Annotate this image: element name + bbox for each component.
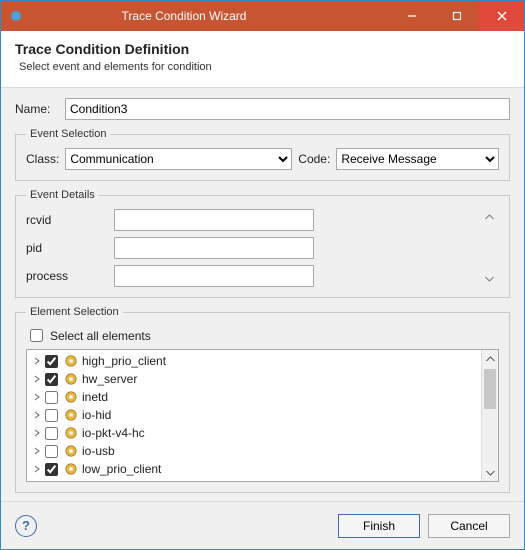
tree-item-checkbox[interactable]: [45, 355, 58, 368]
window-title: Trace Condition Wizard: [29, 9, 389, 23]
app-icon: [9, 9, 23, 23]
name-row: Name:: [15, 98, 510, 120]
rcvid-input[interactable]: [114, 209, 314, 231]
event-details-group: Event Details rcvid pid process: [15, 189, 510, 298]
gear-icon: [64, 372, 78, 386]
gear-icon: [64, 444, 78, 458]
class-select[interactable]: Communication: [65, 148, 292, 170]
page-title: Trace Condition Definition: [15, 41, 510, 57]
gear-icon: [64, 354, 78, 368]
gear-icon: [64, 426, 78, 440]
tree-item[interactable]: inetd: [31, 388, 477, 406]
gear-icon: [64, 462, 78, 476]
tree-item-checkbox[interactable]: [45, 391, 58, 404]
expander-icon[interactable]: [31, 391, 43, 403]
expander-icon[interactable]: [31, 427, 43, 439]
rcvid-label: rcvid: [26, 213, 106, 227]
gear-icon: [64, 390, 78, 404]
tree-item-label: high_prio_client: [82, 354, 166, 368]
pid-input[interactable]: [114, 237, 314, 259]
name-label: Name:: [15, 102, 65, 116]
process-label: process: [26, 269, 106, 283]
event-selection-group: Event Selection Class: Communication Cod…: [15, 128, 510, 181]
details-spinner: [481, 209, 499, 287]
tree-item-label: inetd: [82, 390, 108, 404]
code-label: Code:: [298, 152, 330, 166]
tree-item[interactable]: io-pkt-v4-hc: [31, 424, 477, 442]
page-subtitle: Select event and elements for condition: [19, 61, 510, 73]
tree-item-label: io-hid: [82, 408, 111, 422]
tree-item[interactable]: low_prio_client: [31, 460, 477, 478]
close-button[interactable]: [479, 1, 524, 31]
tree-item[interactable]: hw_server: [31, 370, 477, 388]
tree-item-checkbox[interactable]: [45, 373, 58, 386]
gear-icon: [64, 408, 78, 422]
event-selection-legend: Event Selection: [26, 128, 110, 140]
expander-icon[interactable]: [31, 373, 43, 385]
select-all-row: Select all elements: [26, 326, 499, 345]
window-buttons: [389, 1, 524, 31]
tree-item-checkbox[interactable]: [45, 463, 58, 476]
scroll-down-button[interactable]: [482, 464, 498, 481]
tree-item-checkbox[interactable]: [45, 445, 58, 458]
event-details-legend: Event Details: [26, 189, 99, 201]
name-input[interactable]: [65, 98, 510, 120]
wizard-body: Name: Event Selection Class: Communicati…: [1, 88, 524, 501]
cancel-button[interactable]: Cancel: [428, 514, 510, 538]
element-tree-container: high_prio_client hw_serverinetd io-hid io-p…: [26, 349, 499, 482]
code-select[interactable]: Receive Message: [336, 148, 499, 170]
expander-icon[interactable]: [31, 445, 43, 457]
select-all-label[interactable]: Select all elements: [50, 329, 151, 343]
titlebar: Trace Condition Wizard: [1, 1, 524, 31]
maximize-button[interactable]: [434, 1, 479, 31]
tree-item[interactable]: high_prio_client: [31, 352, 477, 370]
dialog-window: Trace Condition Wizard Trace Condition D…: [0, 0, 525, 550]
tree-item-label: low_prio_client: [82, 462, 161, 476]
scroll-thumb[interactable]: [484, 369, 496, 409]
finish-button[interactable]: Finish: [338, 514, 420, 538]
class-label: Class:: [26, 152, 59, 166]
tree-item-label: hw_server: [82, 372, 137, 386]
tree-item[interactable]: io-hid: [31, 406, 477, 424]
tree-item-label: io-usb: [82, 444, 115, 458]
tree-item[interactable]: io-usb: [31, 442, 477, 460]
element-selection-group: Element Selection Select all elements hi…: [15, 306, 510, 493]
element-selection-legend: Element Selection: [26, 306, 123, 318]
tree-item-checkbox[interactable]: [45, 427, 58, 440]
button-bar: ? Finish Cancel: [1, 501, 524, 549]
pid-label: pid: [26, 241, 106, 255]
process-input[interactable]: [114, 265, 314, 287]
tree-item-checkbox[interactable]: [45, 409, 58, 422]
scroll-track[interactable]: [482, 367, 498, 464]
select-all-checkbox[interactable]: [30, 329, 43, 342]
minimize-button[interactable]: [389, 1, 434, 31]
expander-icon[interactable]: [31, 409, 43, 421]
expander-icon[interactable]: [31, 463, 43, 475]
scroll-up-button[interactable]: [482, 350, 498, 367]
spin-up-button[interactable]: [481, 209, 497, 225]
element-tree[interactable]: high_prio_client hw_serverinetd io-hid io-p…: [27, 350, 481, 481]
help-icon[interactable]: ?: [15, 515, 37, 537]
tree-scrollbar[interactable]: [481, 350, 498, 481]
expander-icon[interactable]: [31, 355, 43, 367]
tree-item-label: io-pkt-v4-hc: [82, 426, 145, 440]
wizard-header: Trace Condition Definition Select event …: [1, 31, 524, 88]
spin-down-button[interactable]: [481, 271, 497, 287]
